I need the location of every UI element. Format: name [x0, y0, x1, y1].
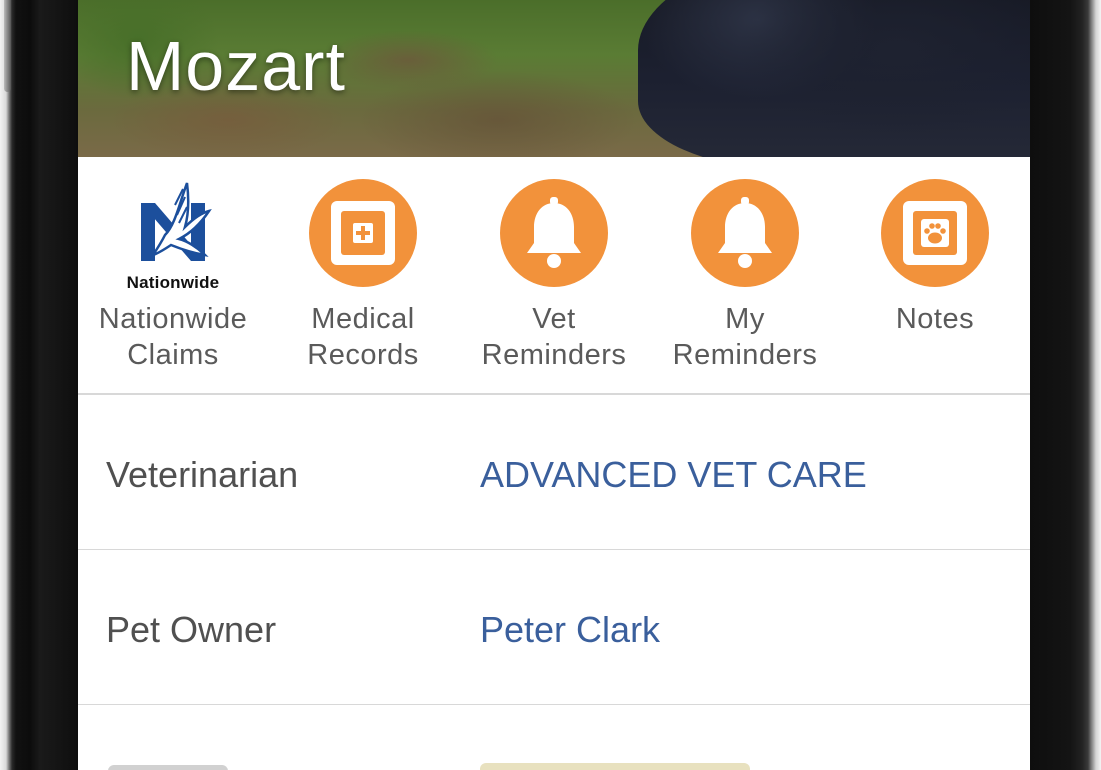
notes-label: Notes — [895, 303, 975, 335]
veterinarian-label: Veterinarian — [106, 454, 299, 495]
medical-records-icon — [309, 179, 417, 287]
veterinarian-link[interactable]: ADVANCED VET CARE — [480, 454, 867, 496]
nationwide-claims-label: Nationwide Claims — [98, 303, 248, 371]
phone-side-button — [4, 0, 11, 92]
medical-records-label: Medical Records — [307, 303, 419, 371]
pet-owner-link[interactable]: Peter Clark — [480, 609, 660, 651]
app-screen: Mozart Nationwide Nationwide Claims Medi… — [78, 0, 1030, 770]
cut-off-row-value — [480, 763, 750, 770]
partially-visible-row — [78, 705, 1030, 770]
pet-owner-row[interactable]: Pet Owner Peter Clark — [78, 550, 1030, 706]
nationwide-logo-icon: Nationwide — [105, 175, 241, 293]
my-reminders-label: My Reminders — [672, 303, 818, 371]
dog-photo — [638, 0, 1030, 157]
pet-header-photo: Mozart — [78, 0, 1030, 157]
phone-bezel-right — [1030, 0, 1101, 770]
vet-reminders-button[interactable]: Vet Reminders — [459, 157, 649, 393]
nationwide-claims-button[interactable]: Nationwide Nationwide Claims — [78, 157, 268, 393]
paw-notes-icon — [881, 179, 989, 287]
quick-actions-bar: Nationwide Nationwide Claims Medical Rec… — [78, 157, 1030, 395]
veterinarian-row[interactable]: Veterinarian ADVANCED VET CARE — [78, 395, 1030, 551]
pet-owner-label: Pet Owner — [106, 609, 277, 650]
nationwide-wordmark: Nationwide — [126, 273, 220, 292]
phone-bezel-left — [0, 0, 78, 770]
my-reminders-button[interactable]: My Reminders — [650, 157, 840, 393]
bell-icon — [500, 179, 608, 287]
bell-icon — [691, 179, 799, 287]
cut-off-row-label — [108, 765, 228, 770]
vet-reminders-label: Vet Reminders — [481, 303, 627, 371]
pet-name-title: Mozart — [126, 27, 346, 105]
notes-button[interactable]: Notes — [840, 157, 1030, 393]
medical-records-button[interactable]: Medical Records — [268, 157, 458, 393]
